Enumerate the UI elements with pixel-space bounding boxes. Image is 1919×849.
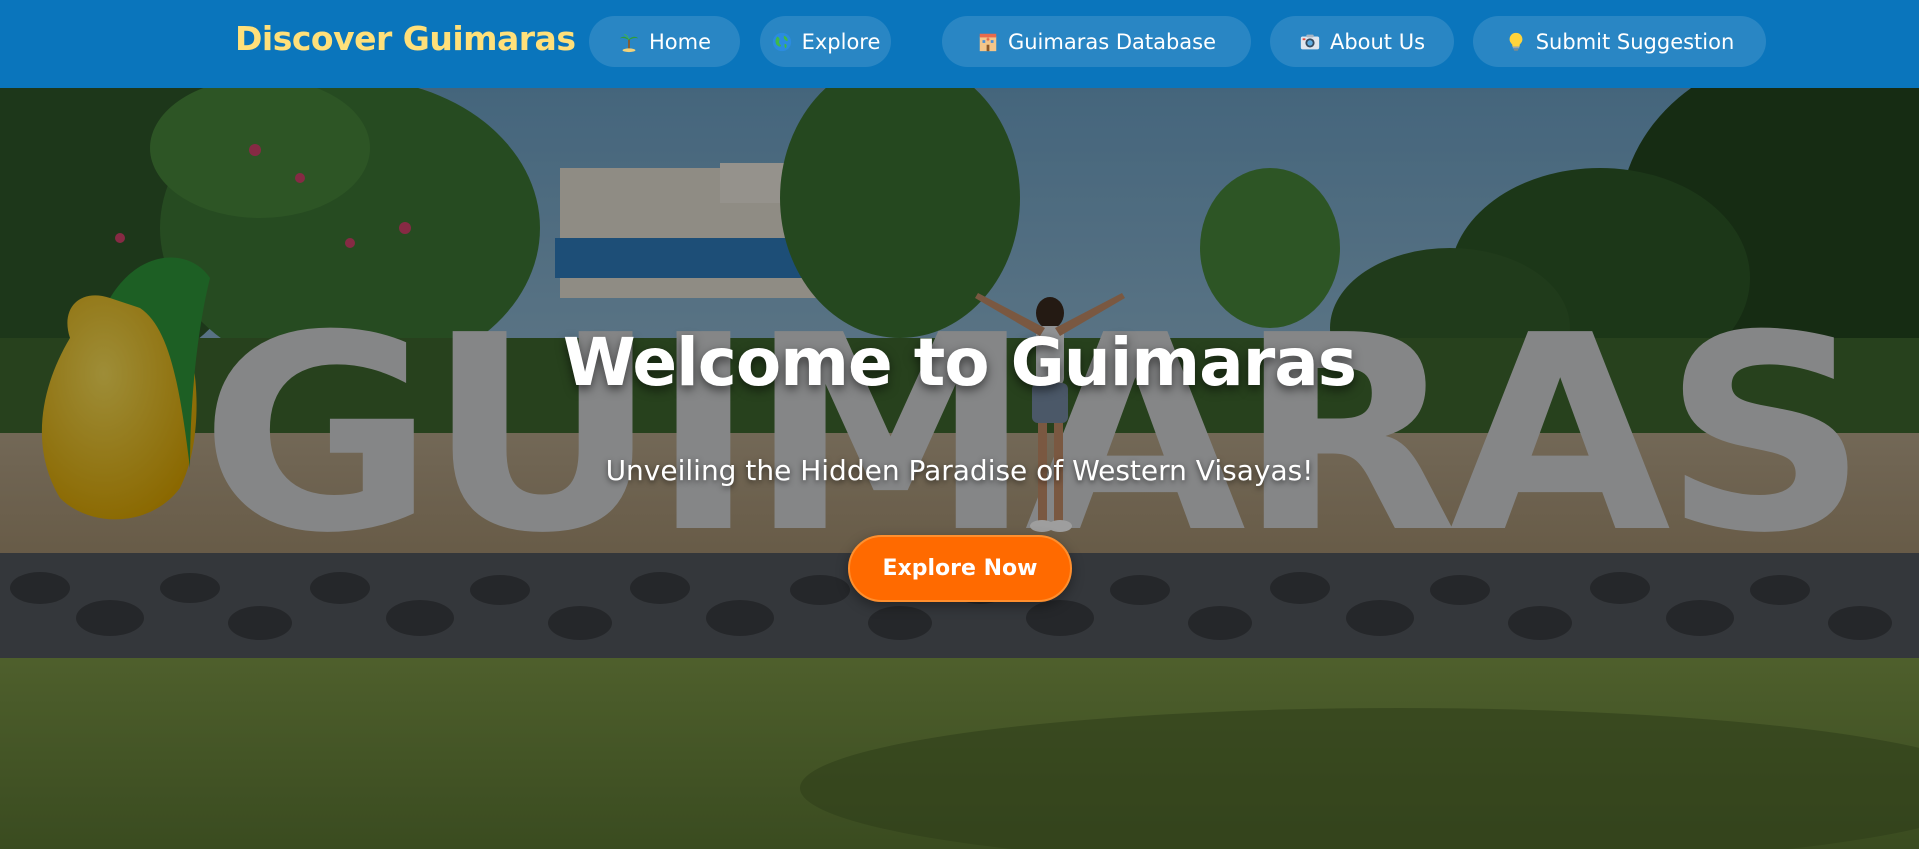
nav-label-home: Home [648,29,711,54]
globe-icon [771,31,793,53]
nav-label-explore: Explore [801,29,881,54]
lightbulb-icon [1505,31,1527,53]
nav-label-guimaras-database: Guimaras Database [1007,29,1217,54]
nav-item-home[interactable]: Home [589,16,740,67]
hero-section: GUIMARAS Welcome to Guimaras Unveiling t… [0,88,1919,849]
nav-label-about-us: About Us [1329,29,1426,54]
site-brand-logo[interactable]: Discover Guimaras [235,19,576,58]
nav-item-guimaras-database[interactable]: Guimaras Database [942,16,1251,67]
nav-item-submit-suggestion[interactable]: Submit Suggestion [1473,16,1766,67]
hero-title: Welcome to Guimaras [562,324,1357,401]
explore-now-button[interactable]: Explore Now [848,535,1072,602]
hero-subtitle: Unveiling the Hidden Paradise of Western… [605,454,1314,487]
building-icon [977,31,999,53]
palm-tree-icon [618,31,640,53]
nav-item-about-us[interactable]: About Us [1270,16,1454,67]
nav-label-submit-suggestion: Submit Suggestion [1535,29,1735,54]
camera-icon [1299,31,1321,53]
nav-item-explore[interactable]: Explore [760,16,891,67]
top-navbar: Discover Guimaras Home Explore Guimaras … [0,0,1919,88]
